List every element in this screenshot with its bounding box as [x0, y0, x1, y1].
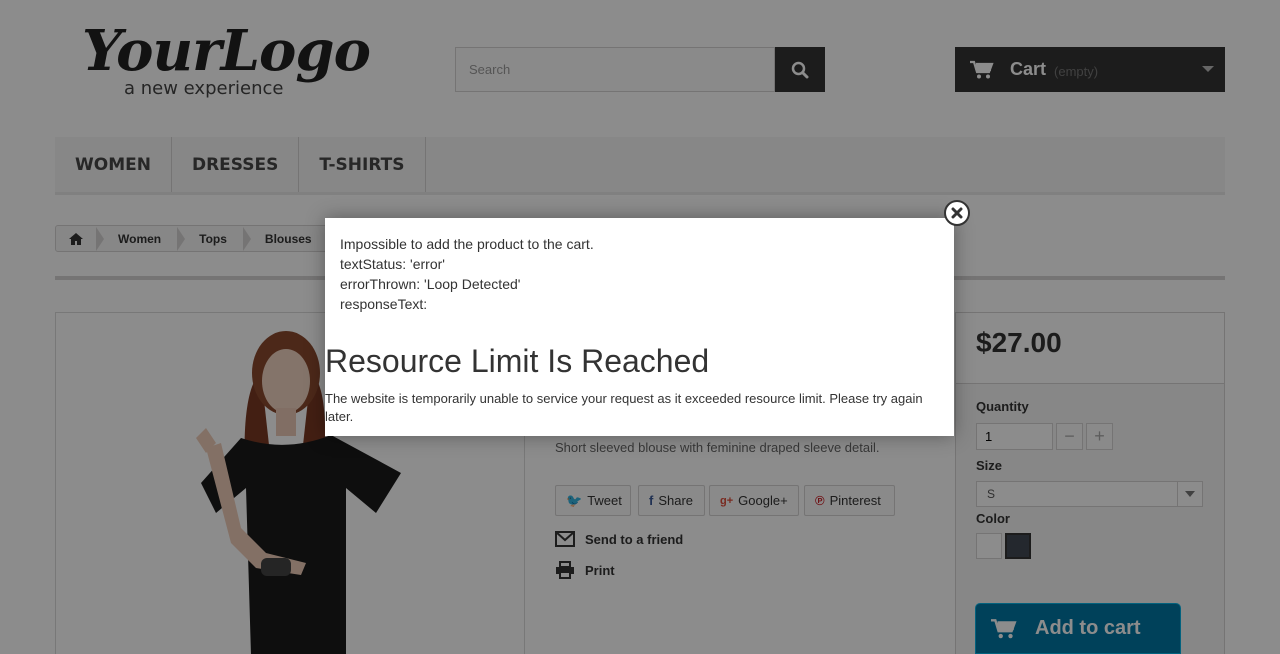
error-body: The website is temporarily unable to ser…	[325, 391, 923, 424]
close-button[interactable]	[944, 200, 970, 226]
error-line: Impossible to add the product to the car…	[340, 236, 594, 252]
error-line: textStatus: 'error'	[340, 256, 445, 272]
close-icon	[951, 207, 963, 219]
error-modal: Impossible to add the product to the car…	[325, 218, 954, 436]
error-title: Resource Limit Is Reached	[325, 343, 710, 379]
error-line: responseText:	[340, 296, 428, 312]
error-line: errorThrown: 'Loop Detected'	[340, 276, 521, 292]
error-message: Impossible to add the product to the car…	[340, 234, 594, 314]
